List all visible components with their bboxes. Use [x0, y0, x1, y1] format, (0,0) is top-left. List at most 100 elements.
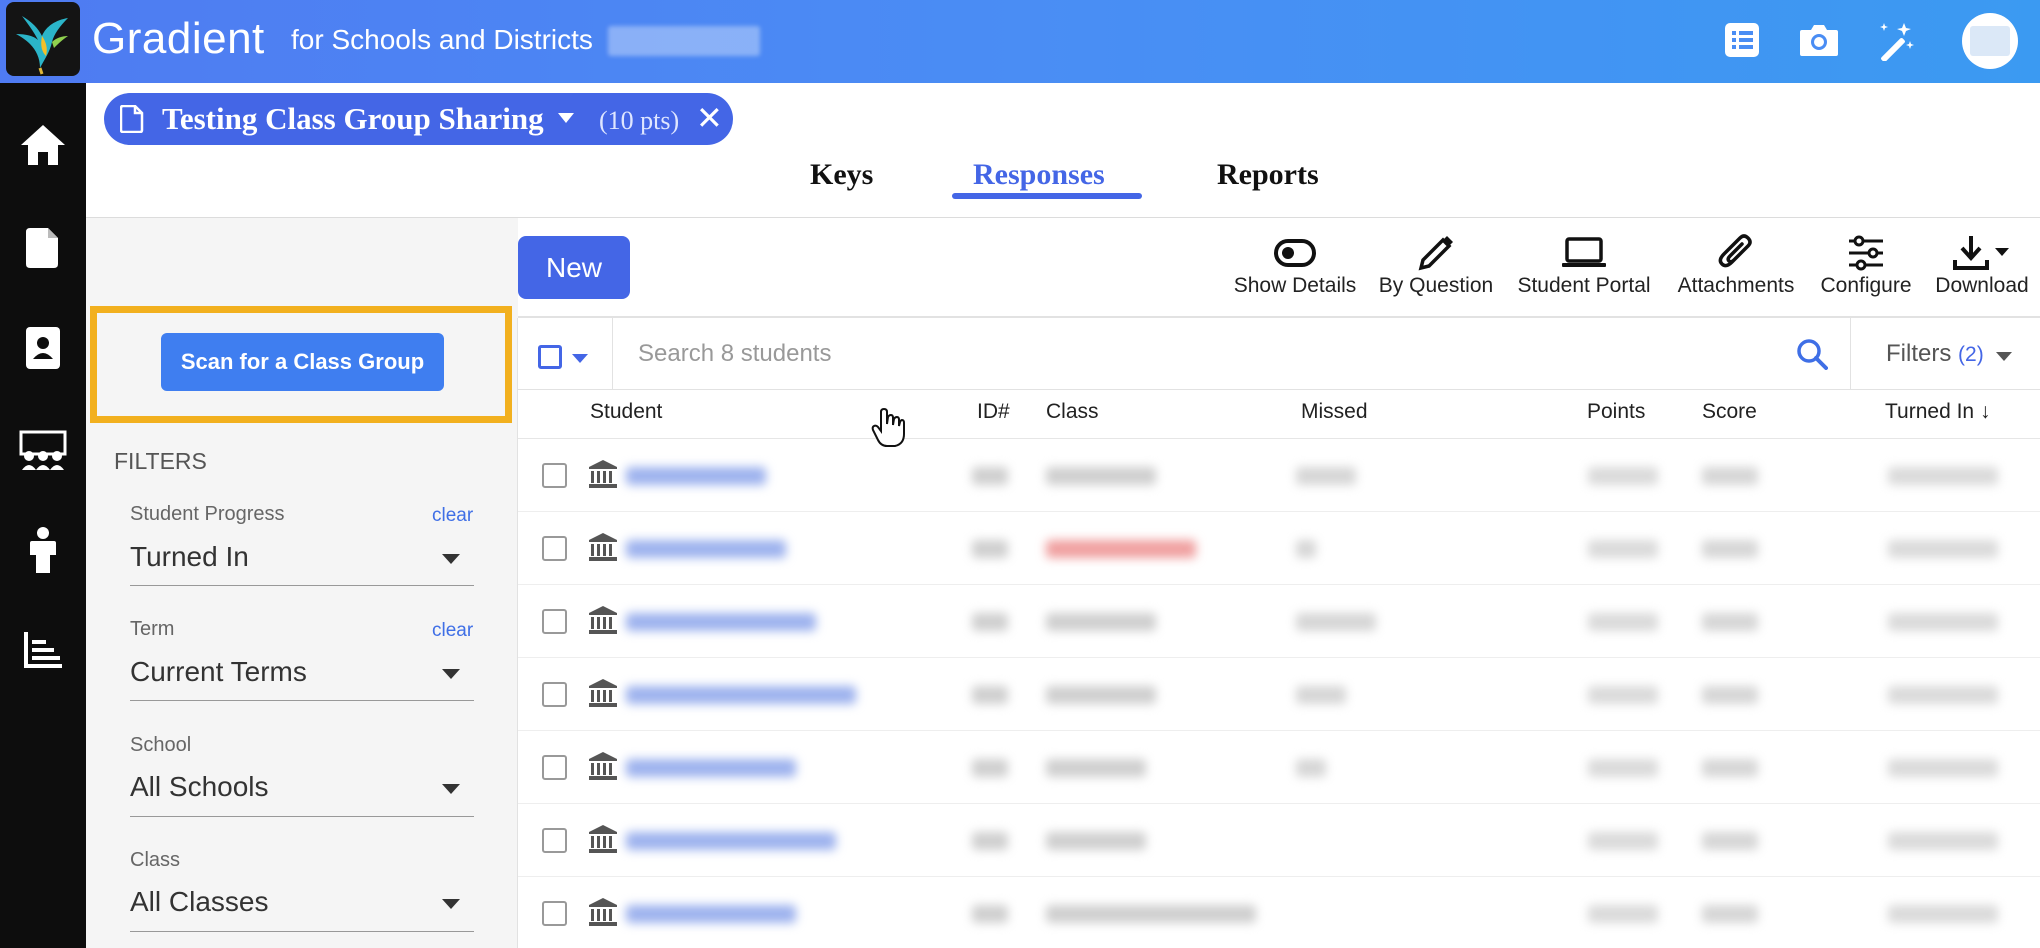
redacted-class — [1046, 686, 1156, 704]
assignment-points: (10 pts) — [599, 106, 680, 135]
filters-label: Filters — [1886, 340, 1952, 367]
clear-term-link[interactable]: clear — [432, 620, 473, 642]
table-row[interactable] — [518, 439, 2040, 512]
caret-down-icon[interactable] — [442, 554, 460, 564]
filter-label-term: Term — [130, 618, 175, 640]
paperclip-icon — [1672, 232, 1800, 274]
caret-down-icon[interactable] — [442, 899, 460, 909]
close-icon[interactable]: ✕ — [696, 99, 723, 137]
column-header-turned-in[interactable]: Turned In ↓ — [1885, 400, 1990, 424]
redacted-points — [1588, 832, 1658, 850]
school-select[interactable]: All Schools — [130, 771, 269, 803]
table-row[interactable] — [518, 658, 2040, 731]
student-icon[interactable] — [18, 525, 68, 575]
row-checkbox[interactable] — [542, 463, 567, 488]
redacted-id — [972, 540, 1008, 558]
show-details-button[interactable]: Show Details — [1232, 232, 1358, 298]
document-icon — [119, 104, 144, 138]
column-header-score[interactable]: Score — [1702, 400, 1757, 424]
redacted-student-name[interactable] — [626, 613, 816, 631]
redacted-points — [1588, 759, 1658, 777]
column-header-points[interactable]: Points — [1587, 400, 1645, 424]
download-button[interactable]: Download — [1932, 232, 2032, 298]
by-question-label: By Question — [1378, 274, 1494, 297]
redacted-score — [1702, 613, 1758, 631]
side-navigation — [0, 83, 86, 948]
redacted-score — [1702, 759, 1758, 777]
caret-down-icon[interactable] — [558, 113, 574, 123]
assignment-selector[interactable]: Testing Class Group Sharing (10 pts) ✕ — [104, 93, 733, 145]
select-all-checkbox[interactable] — [538, 345, 562, 369]
redacted-student-name[interactable] — [626, 759, 796, 777]
filters-count: (2) — [1958, 343, 1984, 366]
institution-icon — [588, 751, 618, 786]
column-header-class[interactable]: Class — [1046, 400, 1099, 424]
institution-icon — [588, 897, 618, 932]
select-underline — [130, 931, 474, 932]
magic-wand-icon[interactable] — [1873, 18, 1917, 62]
attachments-button[interactable]: Attachments — [1672, 232, 1800, 298]
search-row: Filters (2) — [518, 318, 2040, 390]
class-group-icon[interactable] — [18, 425, 68, 475]
table-row[interactable] — [518, 877, 2040, 948]
download-icon — [1932, 232, 2032, 274]
row-checkbox[interactable] — [542, 682, 567, 707]
tab-responses[interactable]: Responses — [973, 158, 1105, 192]
tab-reports[interactable]: Reports — [1217, 158, 1319, 192]
class-select[interactable]: All Classes — [130, 886, 268, 918]
filters-dropdown[interactable]: Filters (2) — [1886, 340, 1984, 368]
redacted-turned-in — [1888, 467, 1998, 485]
term-select[interactable]: Current Terms — [130, 656, 307, 688]
user-avatar[interactable] — [1962, 13, 2018, 69]
scan-class-group-button[interactable]: Scan for a Class Group — [161, 333, 444, 391]
institution-icon — [588, 532, 618, 567]
column-header-missed[interactable]: Missed — [1301, 400, 1368, 424]
table-row[interactable] — [518, 731, 2040, 804]
camera-icon[interactable] — [1797, 18, 1841, 62]
redacted-student-name[interactable] — [626, 540, 786, 558]
column-header-student[interactable]: Student — [590, 400, 662, 424]
redacted-id — [972, 759, 1008, 777]
search-icon[interactable] — [1796, 338, 1828, 375]
redacted-student-name[interactable] — [626, 467, 766, 485]
caret-down-icon[interactable] — [572, 354, 588, 363]
student-progress-select[interactable]: Turned In — [130, 541, 249, 573]
student-portal-button[interactable]: Student Portal — [1514, 232, 1654, 298]
clear-student-progress-link[interactable]: clear — [432, 505, 473, 527]
document-icon[interactable] — [18, 223, 68, 273]
table-row[interactable] — [518, 804, 2040, 877]
filter-label-class: Class — [130, 849, 181, 871]
contact-card-icon[interactable] — [18, 323, 68, 373]
row-checkbox[interactable] — [542, 828, 567, 853]
row-checkbox[interactable] — [542, 901, 567, 926]
home-icon[interactable] — [18, 120, 68, 170]
caret-down-icon[interactable] — [442, 669, 460, 679]
redacted-turned-in — [1888, 686, 1998, 704]
configure-button[interactable]: Configure — [1818, 232, 1914, 298]
redacted-student-name[interactable] — [626, 686, 856, 704]
caret-down-icon[interactable] — [442, 784, 460, 794]
redacted-turned-in — [1888, 613, 1998, 631]
table-row[interactable] — [518, 585, 2040, 658]
select-underline — [130, 700, 474, 701]
table-row[interactable] — [518, 512, 2040, 585]
column-header-id[interactable]: ID# — [977, 400, 1010, 424]
redacted-id — [972, 686, 1008, 704]
row-checkbox[interactable] — [542, 609, 567, 634]
redacted-student-name[interactable] — [626, 905, 796, 923]
search-input[interactable] — [638, 338, 1698, 370]
redacted-score — [1702, 686, 1758, 704]
hummingbird-logo-icon[interactable] — [6, 2, 80, 76]
caret-down-icon[interactable] — [1996, 352, 2012, 361]
redacted-missed — [1296, 613, 1376, 631]
by-question-button[interactable]: By Question — [1376, 232, 1496, 298]
download-label: Download — [1935, 274, 2029, 297]
row-checkbox[interactable] — [542, 536, 567, 561]
row-checkbox[interactable] — [542, 755, 567, 780]
redacted-score — [1702, 467, 1758, 485]
new-response-button[interactable]: New — [518, 236, 630, 299]
list-icon[interactable] — [1720, 18, 1764, 62]
reports-chart-icon[interactable] — [18, 625, 68, 675]
tab-keys[interactable]: Keys — [810, 158, 873, 192]
redacted-student-name[interactable] — [626, 832, 836, 850]
